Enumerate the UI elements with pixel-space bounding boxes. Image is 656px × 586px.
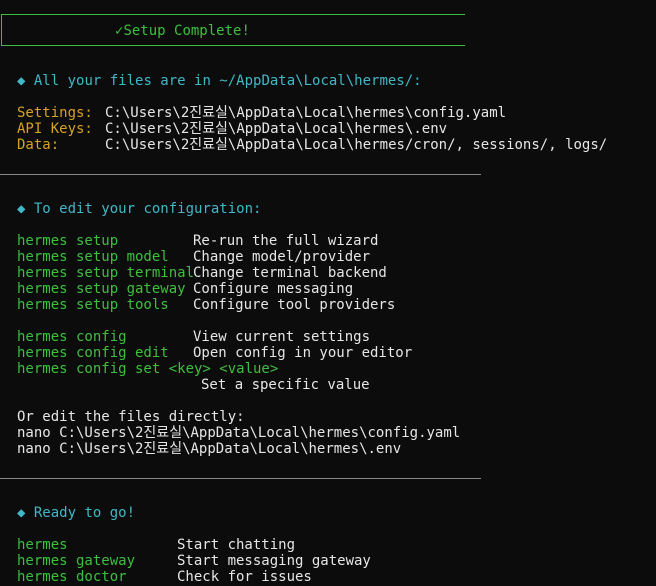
command-row: hermes setup tools Configure tool provide… [17, 297, 396, 313]
command-row: hermes setup gateway Configure messaging [17, 281, 354, 297]
direct-edit-line: nano C:\Users\2진료실\AppData\Local\hermes\… [17, 441, 402, 457]
direct-edit-line: nano C:\Users\2진료실\AppData\Local\hermes\… [17, 425, 461, 441]
command-row: hermes setup Re-run the full wizard [17, 233, 379, 249]
files-header: ◆ All your files are in ~/AppData\Local\… [17, 73, 422, 89]
edit-header: ◆ To edit your configuration: [17, 201, 262, 217]
command-row: hermes config View current settings [17, 329, 371, 345]
banner-title: Setup Complete! [123, 23, 250, 39]
file-row-data: Data: C:\Users\2진료실\AppData\Local\hermes/… [17, 137, 608, 153]
direct-edit-header: Or edit the files directly: [17, 409, 245, 425]
divider [0, 174, 481, 175]
command-row: hermes doctor Check for issues [17, 569, 312, 585]
ready-header: ◆ Ready to go! [17, 505, 136, 521]
file-row-api-keys: API Keys: C:\Users\2진료실\AppData\Local\her… [17, 121, 448, 137]
config-set-command: hermes config set <key> <value> [17, 361, 279, 377]
diamond-icon: ◆ [17, 505, 26, 521]
command-row: hermes config edit Open config in your ed… [17, 345, 413, 361]
divider [0, 478, 481, 479]
file-row-settings: Settings: C:\Users\2진료실\AppData\Local\her… [17, 105, 507, 121]
setup-complete-banner: ✓Setup Complete! [1, 14, 465, 46]
command-row: hermes Start chatting [17, 537, 296, 553]
diamond-icon: ◆ [17, 201, 26, 217]
config-set-description: Set a specific value [201, 377, 370, 393]
command-row: hermes gateway Start messaging gateway [17, 553, 371, 569]
command-row: hermes setup terminalChange terminal bac… [17, 265, 387, 281]
diamond-icon: ◆ [17, 73, 26, 89]
command-row: hermes setup model Change model/provider [17, 249, 371, 265]
